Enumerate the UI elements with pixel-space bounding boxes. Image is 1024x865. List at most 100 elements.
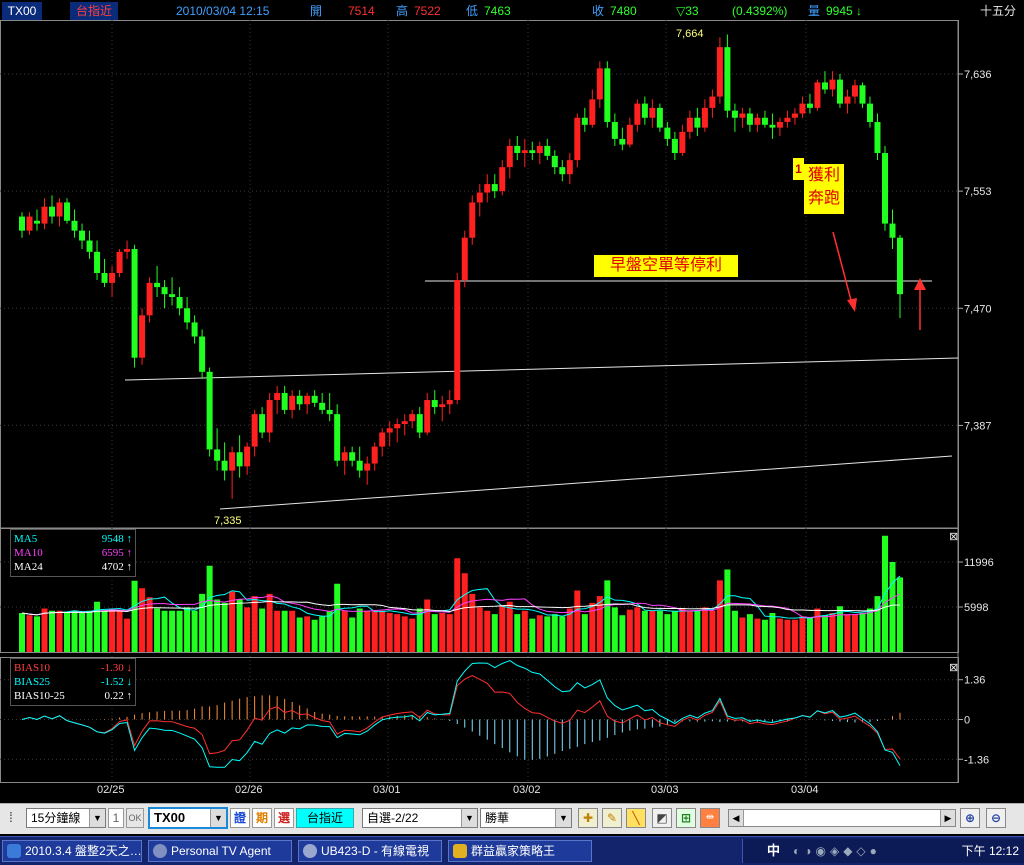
candle-body [71, 220, 78, 231]
bias-series [21, 660, 901, 768]
toolbar-grip-icon: ⁞ [9, 809, 13, 825]
candle-body [784, 117, 791, 122]
zoom-fit-icon[interactable]: ⇹ [700, 808, 720, 828]
volume-bar [439, 613, 446, 652]
windows-taskbar: 2010.3.4 盤整2天之… Personal TV Agent UB423-… [0, 836, 1024, 865]
candle-body [94, 251, 101, 273]
volume-arrow: ↓ [856, 4, 862, 18]
volume-bar [529, 618, 536, 652]
draw-line-icon[interactable]: ╲ [626, 808, 646, 828]
header-name[interactable]: 台指近 [70, 2, 118, 20]
clock[interactable]: 下午 12:12 [962, 841, 1019, 861]
symbol-input[interactable]: TX00 ▼ [148, 807, 228, 829]
volume-legend: MA5 9548 ↑ MA10 6595 ↑ MA24 4702 ↑ [10, 529, 136, 577]
date-tick-label: 02/26 [235, 784, 263, 796]
tray-icons[interactable]: ◐◑◉◈◆◇● [793, 841, 881, 861]
volume-bar [296, 617, 303, 652]
candle-body [349, 452, 356, 461]
bias-legend: BIAS10 -1.30 ↓ BIAS25 -1.52 ↓ BIAS10-25 0.2… [10, 658, 136, 706]
options-button[interactable]: 選 [274, 808, 294, 828]
volume-bar [349, 617, 356, 652]
volume-bar [679, 608, 686, 652]
change-value: ▽33 [676, 4, 699, 18]
note-text: 獲利 奔跑 [804, 164, 844, 214]
candle-body [454, 280, 461, 401]
volume-bar [124, 618, 131, 652]
quote-name-button[interactable]: 台指近 [296, 808, 354, 828]
candle-body [341, 452, 348, 461]
candle-body [754, 117, 761, 125]
taskbar-item-cable-tv[interactable]: UB423-D - 有線電視 [298, 840, 442, 862]
candle-body [829, 79, 836, 90]
candle-body [514, 145, 521, 154]
candle-body [866, 103, 873, 122]
candle-body [86, 240, 93, 252]
volume-bar [251, 596, 258, 652]
chevron-down-icon: ▼ [461, 809, 477, 827]
candle-body [641, 103, 648, 118]
arrow-up-head [914, 278, 926, 290]
volume-bar [154, 608, 161, 652]
close-value: 7480 [610, 4, 637, 18]
volume-bar [469, 593, 476, 652]
wrench-icon[interactable]: ✎ [602, 808, 622, 828]
volume-bar [694, 610, 701, 652]
volume-bar [791, 619, 798, 652]
volume-bar [544, 616, 551, 652]
volume-bar [559, 616, 566, 652]
grid-toggle-icon[interactable]: ⊞ [676, 808, 696, 828]
chart-area[interactable]: 7,636 7,553 7,470 7,387 02/25 02/26 03/01 03/02… [0, 20, 1024, 803]
ok-button[interactable]: OK [126, 808, 144, 828]
candle-body [101, 273, 108, 283]
interval-select[interactable]: 15分鐘線 ▼ [26, 808, 106, 828]
candle-body [221, 460, 228, 471]
scroll-left-icon[interactable]: ◀ [729, 810, 744, 826]
candle-body [596, 68, 603, 100]
candle-body [116, 251, 123, 273]
price-tick-label: 7,470 [964, 303, 992, 315]
volume-bar [319, 616, 326, 652]
candle-body [799, 103, 806, 114]
volume-bar [446, 614, 453, 652]
crosshair-icon[interactable]: ✚ [578, 808, 598, 828]
ime-indicator[interactable]: 中 [767, 841, 780, 861]
securities-button[interactable]: 證 [230, 808, 250, 828]
period-label[interactable]: 十五分 [980, 0, 1016, 22]
futures-button[interactable]: 期 [252, 808, 272, 828]
broker-select[interactable]: 勝華 ▼ [480, 808, 572, 828]
candle-body [356, 460, 363, 471]
zoom-in-icon[interactable]: ⊕ [960, 808, 980, 828]
trend-lines [124, 280, 959, 510]
candle-body [199, 336, 206, 372]
chevron-down-icon: ▼ [555, 809, 571, 827]
candle-body [139, 315, 146, 358]
volume-bar [146, 597, 153, 652]
interval-count-field[interactable]: 1 [108, 808, 124, 828]
volume-bars [19, 535, 903, 652]
taskbar-item-strategy-king[interactable]: 群益贏家策略王 [448, 840, 592, 862]
candle-body [394, 424, 401, 429]
volume-bar [341, 610, 348, 652]
candle-body [424, 400, 431, 433]
zoom-out-icon[interactable]: ⊖ [986, 808, 1006, 828]
chart-scrollbar[interactable]: ◀ ▶ [728, 809, 956, 827]
candlestick-series [19, 34, 903, 499]
volume-bar [214, 599, 221, 652]
candle-body [161, 287, 168, 295]
candle-body [236, 452, 243, 467]
volume-bar [416, 608, 423, 652]
eraser-icon[interactable]: ◩ [652, 808, 672, 828]
candle-body [649, 107, 656, 118]
taskbar-item-document[interactable]: 2010.3.4 盤整2天之… [2, 840, 142, 862]
high-marker-label: 7,664 [676, 28, 704, 40]
header-symbol[interactable]: TX00 [2, 2, 42, 20]
scroll-right-icon[interactable]: ▶ [940, 810, 955, 826]
volume-bar [394, 614, 401, 652]
volume-bar [641, 610, 648, 652]
candle-body [131, 249, 138, 358]
watchlist-select[interactable]: 自選-2/22 ▼ [362, 808, 478, 828]
volume-bar [859, 613, 866, 652]
volume-bar [829, 613, 836, 652]
document-icon [7, 844, 21, 858]
taskbar-item-tv-agent[interactable]: Personal TV Agent [148, 840, 292, 862]
